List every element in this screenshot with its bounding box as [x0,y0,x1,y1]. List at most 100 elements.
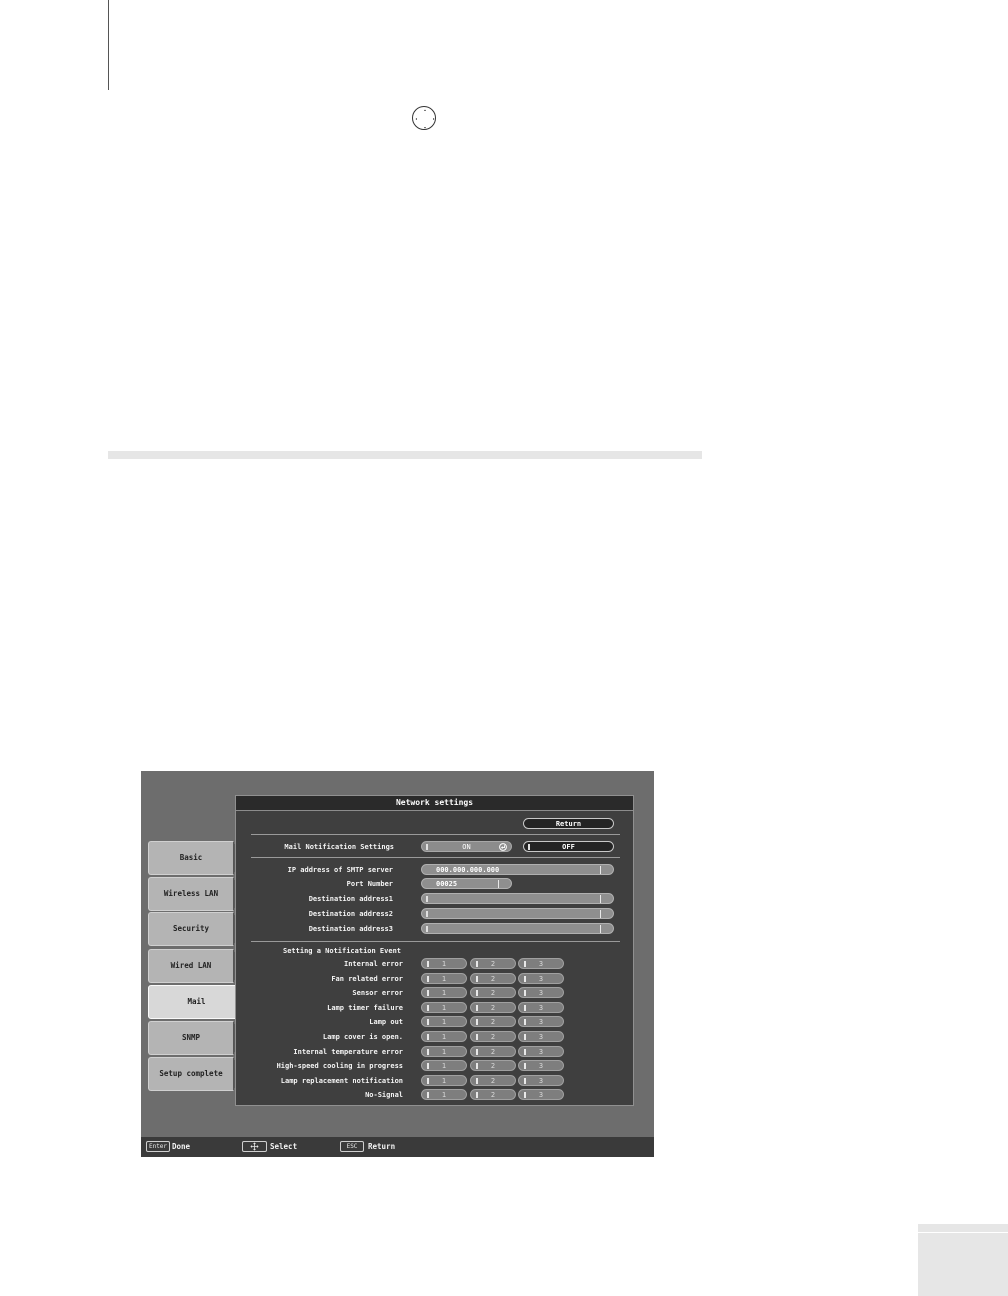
key-help-bar: Enter Done Select ESC Return [141,1137,654,1157]
tab-snmp[interactable]: SNMP [148,1021,242,1055]
enter-key-label: Done [172,1142,191,1151]
smtp-field[interactable]: 000.000.000.000 [421,864,614,875]
event-checkbox-2[interactable]: 2 [470,1089,516,1100]
event-checkbox-1[interactable]: 1 [421,1016,467,1027]
checkbox-tick [427,1078,429,1084]
return-button[interactable]: Return [523,818,614,829]
event-checkbox-2[interactable]: 2 [470,1031,516,1042]
event-checkbox-2[interactable]: 2 [470,1016,516,1027]
field-cursor-start [426,896,428,902]
checkbox-tick [524,1049,526,1055]
event-checkbox-3[interactable]: 3 [518,973,564,984]
event-checkbox-1[interactable]: 1 [421,1002,467,1013]
event-checkbox-1[interactable]: 1 [421,1046,467,1057]
event-label: Sensor error [352,989,403,997]
checkbox-tick [476,1019,478,1025]
mail-off-button[interactable]: OFF [523,841,614,852]
checkbox-tick [524,1034,526,1040]
mail-on-button[interactable]: ON [421,841,512,852]
checkbox-label: 2 [490,1062,496,1070]
checkbox-label: 2 [490,1048,496,1056]
destination-2-label: Destination address2 [308,910,393,918]
checkbox-tick [476,990,478,996]
port-label: Port Number [346,880,393,888]
event-checkbox-2[interactable]: 2 [470,958,516,969]
destination-2-field[interactable] [421,908,614,919]
event-checkbox-3[interactable]: 3 [518,1089,564,1100]
checkbox-tick [524,1092,526,1098]
checkbox-label: 3 [538,1091,544,1099]
event-label: Lamp cover is open. [322,1033,403,1041]
event-checkbox-3[interactable]: 3 [518,1016,564,1027]
field-cursor-start [426,926,428,932]
esc-key-label: Return [368,1142,396,1151]
checkbox-label: 2 [490,1077,496,1085]
event-checkbox-1[interactable]: 1 [421,1031,467,1042]
tab-wireless-lan[interactable]: Wireless LAN [148,877,242,911]
event-label: No-Signal [365,1091,403,1099]
checkbox-tick [524,1005,526,1011]
event-checkbox-1[interactable]: 1 [421,1075,467,1086]
tab-security[interactable]: Security [148,912,242,946]
checkbox-tick [524,990,526,996]
port-field[interactable]: 00025 [421,878,512,889]
event-checkbox-3[interactable]: 3 [518,1060,564,1071]
divider [251,834,620,835]
checkbox-label: 3 [538,960,544,968]
network-settings-screenshot: Basic Wireless LAN Security Wired LAN Mail SN… [141,771,654,1157]
event-checkbox-2[interactable]: 2 [470,973,516,984]
checkbox-label: 1 [441,1004,447,1012]
checkbox-label: 1 [441,989,447,997]
tab-setup-complete[interactable]: Setup complete [148,1057,242,1091]
event-label: Lamp timer failure [327,1004,403,1012]
event-checkbox-1[interactable]: 1 [421,973,467,984]
checkbox-tick [476,1049,478,1055]
field-cursor [498,880,499,888]
checkbox-label: 1 [441,1062,447,1070]
event-checkbox-1[interactable]: 1 [421,1060,467,1071]
enter-return-icon [499,843,507,851]
checkbox-label: 3 [538,1004,544,1012]
checkbox-label: 1 [441,960,447,968]
tab-basic[interactable]: Basic [148,841,242,875]
checkbox-label: 2 [490,1004,496,1012]
panel-title: Network settings [236,796,633,811]
events-heading: Setting a Notification Event [283,947,402,955]
tab-wired-lan[interactable]: Wired LAN [148,949,242,983]
event-checkbox-3[interactable]: 3 [518,1031,564,1042]
checkbox-tick [427,990,429,996]
smtp-label: IP address of SMTP server [287,866,393,874]
destination-3-field[interactable] [421,923,614,934]
checkbox-label: 1 [441,1033,447,1041]
event-checkbox-2[interactable]: 2 [470,1002,516,1013]
event-checkbox-2[interactable]: 2 [470,1075,516,1086]
checkbox-label: 3 [538,989,544,997]
event-checkbox-1[interactable]: 1 [421,987,467,998]
checkbox-label: 2 [490,1018,496,1026]
event-checkbox-2[interactable]: 2 [470,1060,516,1071]
tab-mail[interactable]: Mail [148,985,245,1019]
checkbox-tick [427,976,429,982]
destination-1-field[interactable] [421,893,614,904]
event-checkbox-2[interactable]: 2 [470,987,516,998]
event-checkbox-3[interactable]: 3 [518,987,564,998]
checkbox-label: 1 [441,975,447,983]
event-checkbox-3[interactable]: 3 [518,1046,564,1057]
event-checkbox-1[interactable]: 1 [421,958,467,969]
checkbox-tick [476,1005,478,1011]
event-checkbox-3[interactable]: 3 [518,1002,564,1013]
checkbox-label: 3 [538,1048,544,1056]
checkbox-tick [427,1019,429,1025]
checkbox-label: 2 [490,989,496,997]
checkbox-label: 2 [490,1091,496,1099]
event-checkbox-3[interactable]: 3 [518,958,564,969]
event-checkbox-2[interactable]: 2 [470,1046,516,1057]
checkbox-tick [427,1092,429,1098]
page-corner-tab [918,1224,1008,1296]
event-checkbox-1[interactable]: 1 [421,1089,467,1100]
event-checkbox-3[interactable]: 3 [518,1075,564,1086]
smtp-value: 000.000.000.000 [436,866,500,874]
checkbox-tick [524,961,526,967]
select-key-label: Select [270,1142,298,1151]
checkbox-tick [427,1034,429,1040]
